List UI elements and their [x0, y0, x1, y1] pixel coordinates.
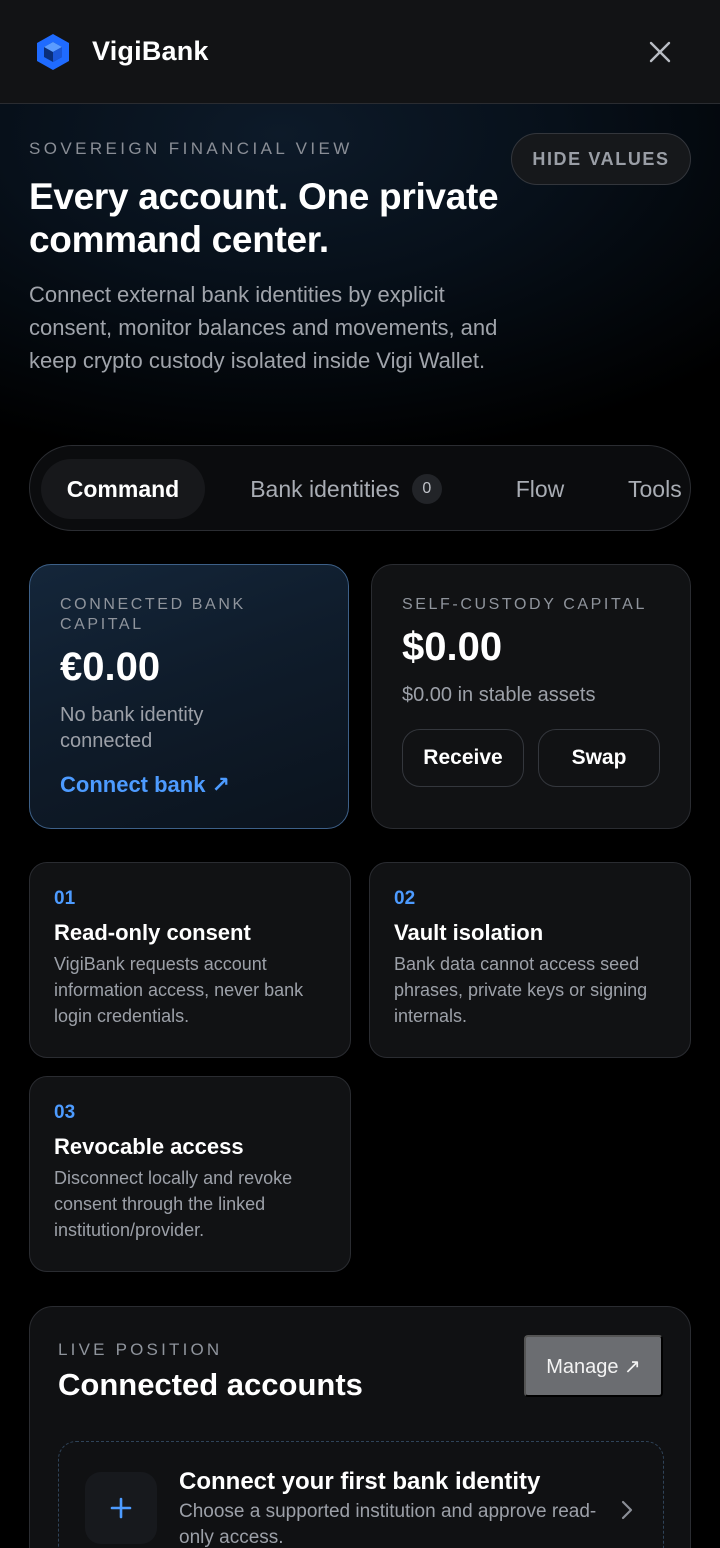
manage-button[interactable]: Manage ↗ — [524, 1335, 663, 1397]
feature-title: Vault isolation — [394, 920, 544, 945]
feature-number: 01 — [54, 888, 76, 909]
feature-description: Disconnect locally and revoke consent th… — [54, 1168, 293, 1240]
tab-label: Tools — [628, 475, 682, 502]
feature-description: VigiBank requests account information ac… — [54, 954, 304, 1026]
feature-title: Revocable access — [54, 1134, 244, 1159]
bank-status-text: No bank identity connected — [60, 704, 204, 752]
feature-number: 02 — [394, 888, 416, 909]
plus-icon — [110, 1497, 132, 1519]
live-position-eyebrow: LIVE POSITION — [58, 1340, 223, 1359]
stable-assets-text: $0.00 in stable assets — [402, 684, 596, 706]
feature-number: 03 — [54, 1102, 76, 1123]
swap-button[interactable]: Swap — [538, 729, 660, 787]
tab-flow[interactable]: Flow — [492, 459, 588, 519]
tab-label: Bank identities — [250, 475, 400, 502]
close-button[interactable] — [640, 32, 680, 72]
empty-state-title: Connect your first bank identity — [179, 1468, 541, 1495]
bank-capital-amount: €0.00 — [60, 645, 161, 689]
live-position-panel: LIVE POSITION Connected accounts Manage … — [29, 1306, 691, 1548]
custody-capital-amount: $0.00 — [402, 625, 503, 669]
bank-identities-count-badge: 0 — [411, 474, 442, 504]
connected-accounts-title: Connected accounts — [58, 1367, 363, 1402]
hero-title: Every account. One private command cente… — [29, 176, 499, 260]
close-icon — [649, 41, 671, 63]
chevron-right-icon — [621, 1500, 633, 1520]
feature-description: Bank data cannot access seed phrases, pr… — [394, 954, 648, 1026]
feature-card-revocable-access: 03 Revocable access Disconnect locally a… — [29, 1076, 351, 1272]
feature-card-vault-isolation: 02 Vault isolation Bank data cannot acce… — [369, 862, 691, 1058]
connect-first-bank-row[interactable]: Connect your first bank identity Choose … — [58, 1441, 664, 1548]
feature-card-read-only-consent: 01 Read-only consent VigiBank requests a… — [29, 862, 351, 1058]
tab-label: Command — [66, 475, 180, 502]
page: VigiBank SOVEREIGN FINANCIAL VIEW HIDE V… — [0, 0, 720, 1548]
tab-bank-identities[interactable]: Bank identities 0 — [226, 459, 466, 519]
tab-command[interactable]: Command — [41, 459, 205, 519]
tab-label: Flow — [515, 475, 565, 502]
bank-capital-label: CONNECTED BANK CAPITAL — [60, 596, 246, 633]
self-custody-capital-card: SELF-CUSTODY CAPITAL $0.00 $0.00 in stab… — [371, 564, 691, 829]
empty-state-description: Choose a supported institution and appro… — [179, 1501, 597, 1548]
hero-subtitle: Connect external bank identities by expl… — [29, 282, 498, 373]
add-bank-tile — [85, 1472, 157, 1544]
tab-tools[interactable]: Tools — [612, 459, 690, 519]
receive-button[interactable]: Receive — [402, 729, 524, 787]
brand-name: VigiBank — [92, 36, 209, 66]
section-tabs: Command Bank identities 0 Flow Tools — [29, 445, 691, 531]
app-header: VigiBank — [0, 0, 720, 104]
connected-bank-capital-card: CONNECTED BANK CAPITAL €0.00 No bank ide… — [29, 564, 349, 829]
hero-eyebrow: SOVEREIGN FINANCIAL VIEW — [29, 139, 353, 158]
feature-title: Read-only consent — [54, 920, 251, 945]
connect-bank-link[interactable]: Connect bank ↗ — [60, 772, 230, 798]
vigibank-logo-icon — [36, 33, 70, 71]
custody-capital-label: SELF-CUSTODY CAPITAL — [402, 596, 647, 613]
